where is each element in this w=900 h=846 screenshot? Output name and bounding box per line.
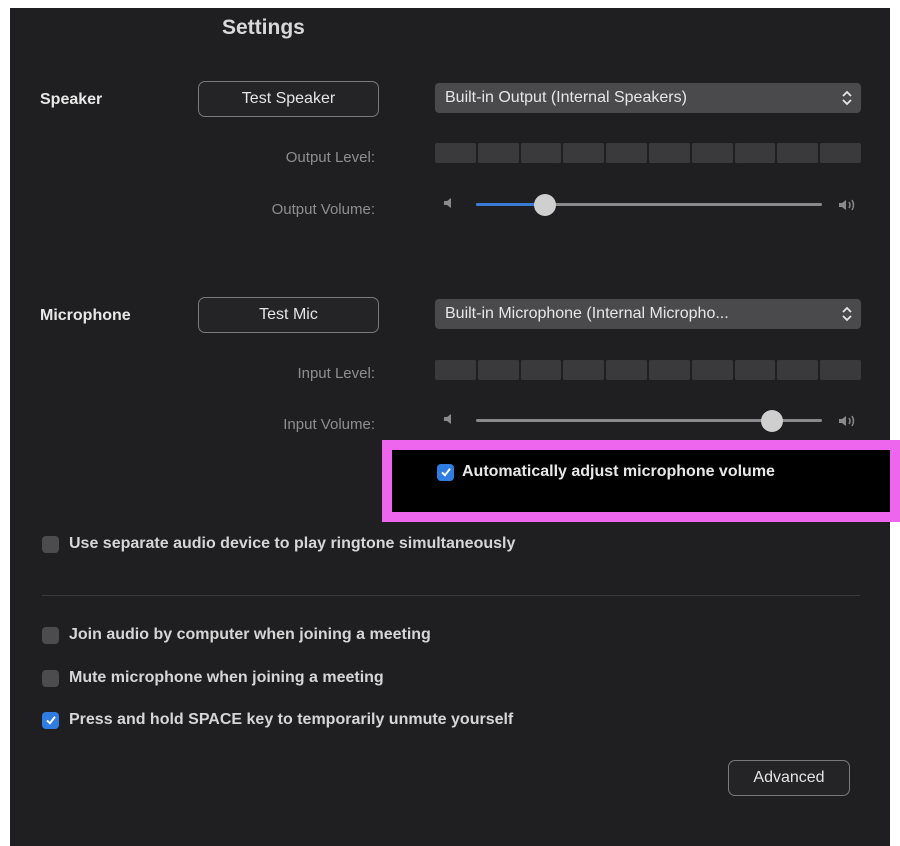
separate-ringtone-label: Use separate audio device to play ringto…: [69, 535, 516, 552]
input-volume-label: Input Volume:: [283, 416, 375, 433]
separate-ringtone-row[interactable]: Use separate audio device to play ringto…: [42, 535, 515, 553]
join-audio-row[interactable]: Join audio by computer when joining a me…: [42, 626, 431, 644]
mic-low-icon: [444, 414, 451, 424]
mute-on-join-checkbox[interactable]: [42, 669, 59, 687]
mute-on-join-row[interactable]: Mute microphone when joining a meeting: [42, 669, 384, 687]
microphone-device-select[interactable]: Built-in Microphone (Internal Micropho..…: [435, 299, 861, 329]
space-unmute-checkbox[interactable]: [42, 711, 59, 729]
check-icon: [440, 468, 451, 477]
advanced-button[interactable]: Advanced: [728, 760, 850, 796]
test-mic-button[interactable]: Test Mic: [198, 297, 379, 333]
section-divider: [42, 595, 860, 596]
slider-knob[interactable]: [534, 194, 557, 216]
window-title: Settings: [222, 16, 305, 39]
auto-adjust-checkbox-row[interactable]: Automatically adjust microphone volume: [437, 463, 775, 481]
mic-high-icon: [839, 415, 855, 427]
updown-chevron-icon: [842, 306, 852, 322]
check-icon: [45, 716, 56, 725]
speaker-label: Speaker: [40, 91, 103, 108]
microphone-label: Microphone: [40, 307, 131, 324]
highlight-box: [382, 440, 900, 522]
auto-adjust-checkbox[interactable]: [437, 463, 454, 481]
mute-on-join-label: Mute microphone when joining a meeting: [69, 669, 384, 686]
join-audio-label: Join audio by computer when joining a me…: [69, 626, 431, 643]
speaker-low-icon: [444, 198, 451, 208]
speaker-device-select[interactable]: Built-in Output (Internal Speakers): [435, 83, 861, 113]
output-level-meter: [435, 143, 861, 163]
settings-window: Settings Speaker Test Speaker Built-in O…: [10, 8, 900, 846]
input-level-label: Input Level:: [297, 365, 375, 382]
test-speaker-button[interactable]: Test Speaker: [198, 81, 379, 117]
input-volume-slider[interactable]: [476, 410, 822, 432]
separate-ringtone-checkbox[interactable]: [42, 535, 59, 553]
output-level-label: Output Level:: [285, 149, 375, 166]
microphone-device-value: Built-in Microphone (Internal Micropho..…: [445, 305, 729, 322]
space-unmute-row[interactable]: Press and hold SPACE key to temporarily …: [42, 711, 513, 729]
auto-adjust-label: Automatically adjust microphone volume: [462, 463, 775, 480]
slider-knob[interactable]: [761, 410, 784, 432]
speaker-high-icon: [839, 199, 855, 211]
output-volume-slider[interactable]: [476, 194, 822, 216]
updown-chevron-icon: [842, 90, 852, 106]
input-level-meter: [435, 360, 861, 380]
speaker-device-value: Built-in Output (Internal Speakers): [445, 89, 687, 106]
output-volume-label: Output Volume:: [271, 201, 375, 218]
join-audio-checkbox[interactable]: [42, 626, 59, 644]
space-unmute-label: Press and hold SPACE key to temporarily …: [69, 711, 514, 728]
